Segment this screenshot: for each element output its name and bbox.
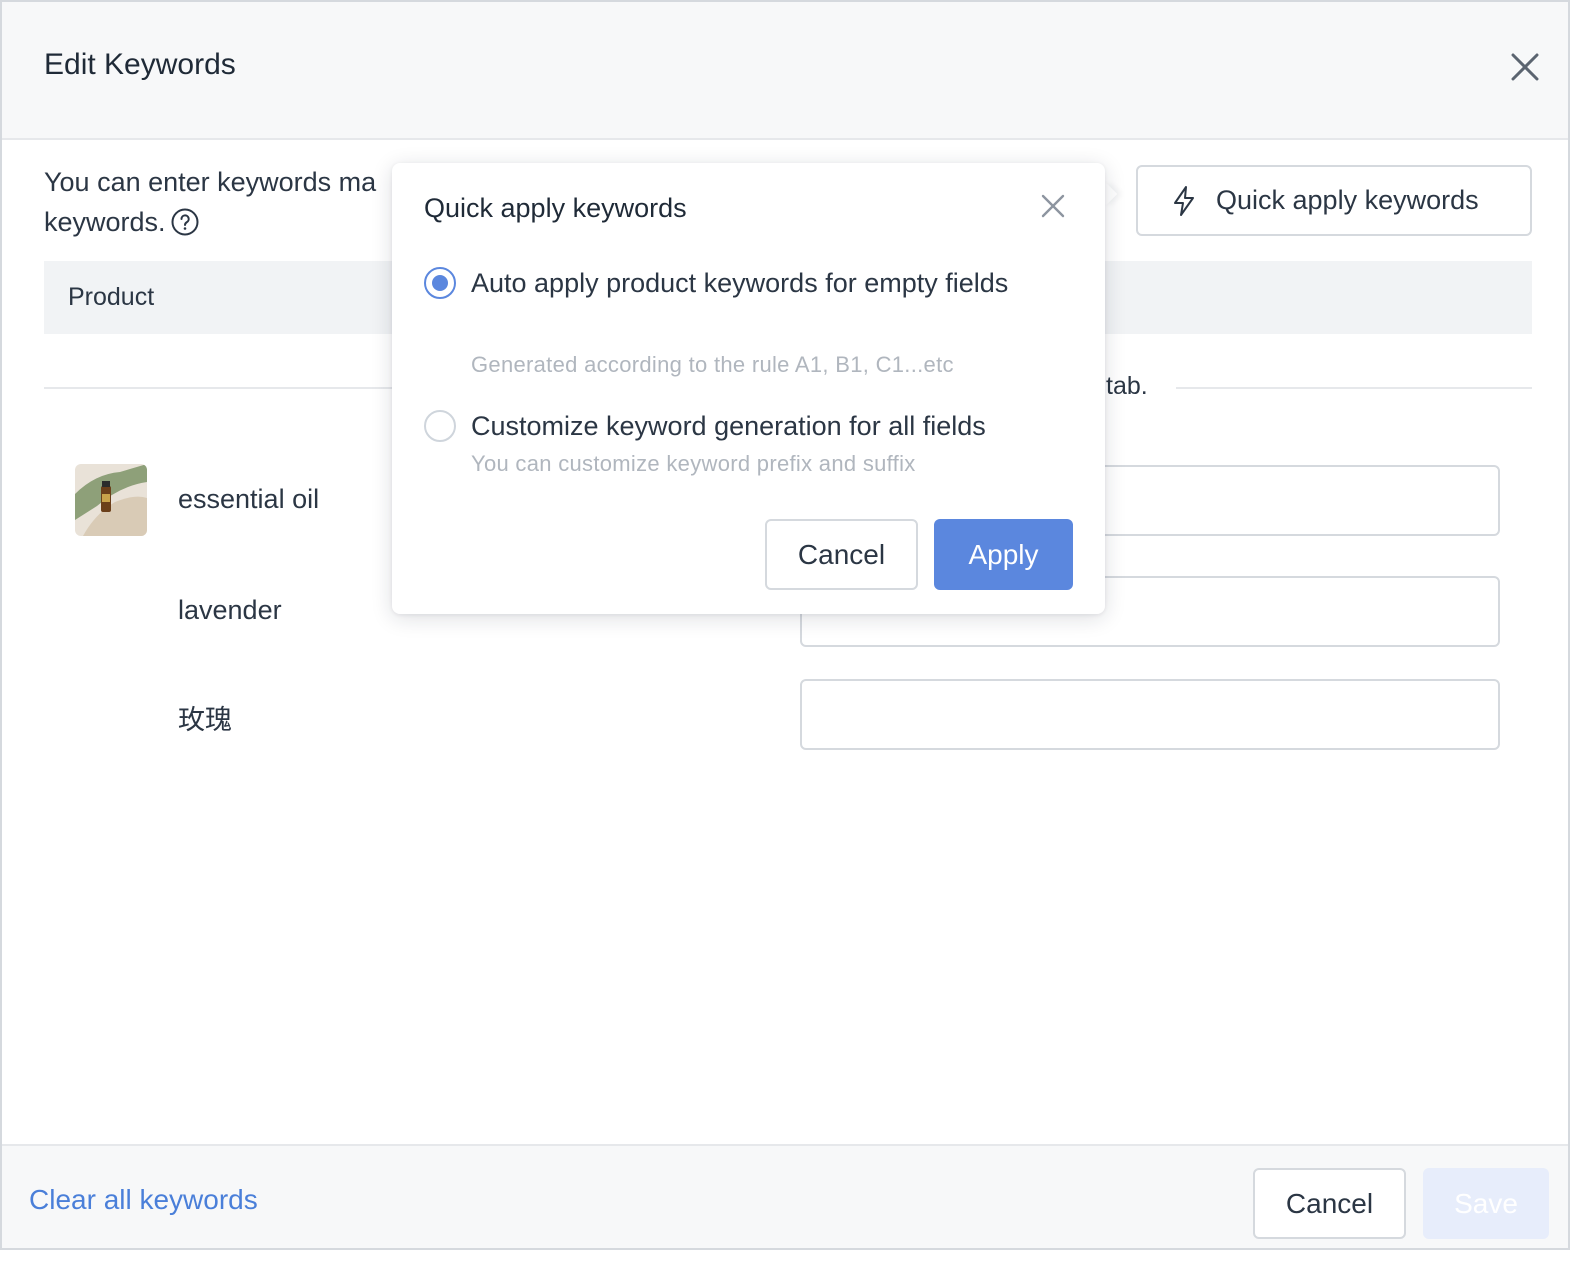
- product-name: essential oil: [178, 484, 320, 514]
- dialog-header: Edit Keywords: [2, 2, 1568, 140]
- keyword-input[interactable]: [800, 679, 1500, 750]
- option-customize-description: You can customize keyword prefix and suf…: [471, 451, 916, 476]
- lightning-bolt-icon: [1174, 185, 1194, 216]
- clear-all-keywords-link[interactable]: Clear all keywords: [29, 1184, 258, 1216]
- quick-apply-label: Quick apply keywords: [1216, 185, 1479, 215]
- dialog-title: Edit Keywords: [44, 48, 236, 81]
- intro-text: You can enter keywords ma keywords.: [44, 162, 404, 242]
- intro-line-2: keywords.: [44, 202, 200, 242]
- cancel-button[interactable]: Cancel: [1253, 1168, 1406, 1239]
- intro-line-2-text: keywords.: [44, 207, 166, 237]
- variant-label: lavender: [178, 595, 282, 625]
- column-header-product: Product: [68, 283, 155, 311]
- help-circle-icon[interactable]: [170, 207, 200, 237]
- popover-title: Quick apply keywords: [424, 193, 687, 223]
- close-icon[interactable]: [1506, 48, 1544, 86]
- intro-line-1: You can enter keywords ma: [44, 167, 377, 197]
- radio-customize[interactable]: [424, 410, 456, 442]
- apply-button[interactable]: Apply: [934, 519, 1073, 590]
- tab-hint-text: tab.: [1106, 372, 1148, 400]
- option-auto-apply-label[interactable]: Auto apply product keywords for empty fi…: [471, 261, 1031, 305]
- option-auto-apply-description: Generated according to the rule A1, B1, …: [471, 352, 954, 377]
- variant-label: 玫瑰: [178, 705, 232, 735]
- radio-auto-apply[interactable]: [424, 267, 456, 299]
- option-customize-label[interactable]: Customize keyword generation for all fie…: [471, 404, 986, 448]
- quick-apply-keywords-button[interactable]: Quick apply keywords: [1136, 165, 1532, 236]
- divider: [1176, 387, 1532, 389]
- close-icon[interactable]: [1040, 193, 1066, 219]
- save-button[interactable]: Save: [1423, 1168, 1549, 1239]
- popover-cancel-button[interactable]: Cancel: [765, 519, 918, 590]
- dialog-footer: Clear all keywords Cancel Save: [2, 1144, 1568, 1248]
- quick-apply-popover: Quick apply keywords Auto apply product …: [392, 163, 1105, 614]
- product-thumbnail: [75, 464, 147, 536]
- divider: [44, 387, 404, 389]
